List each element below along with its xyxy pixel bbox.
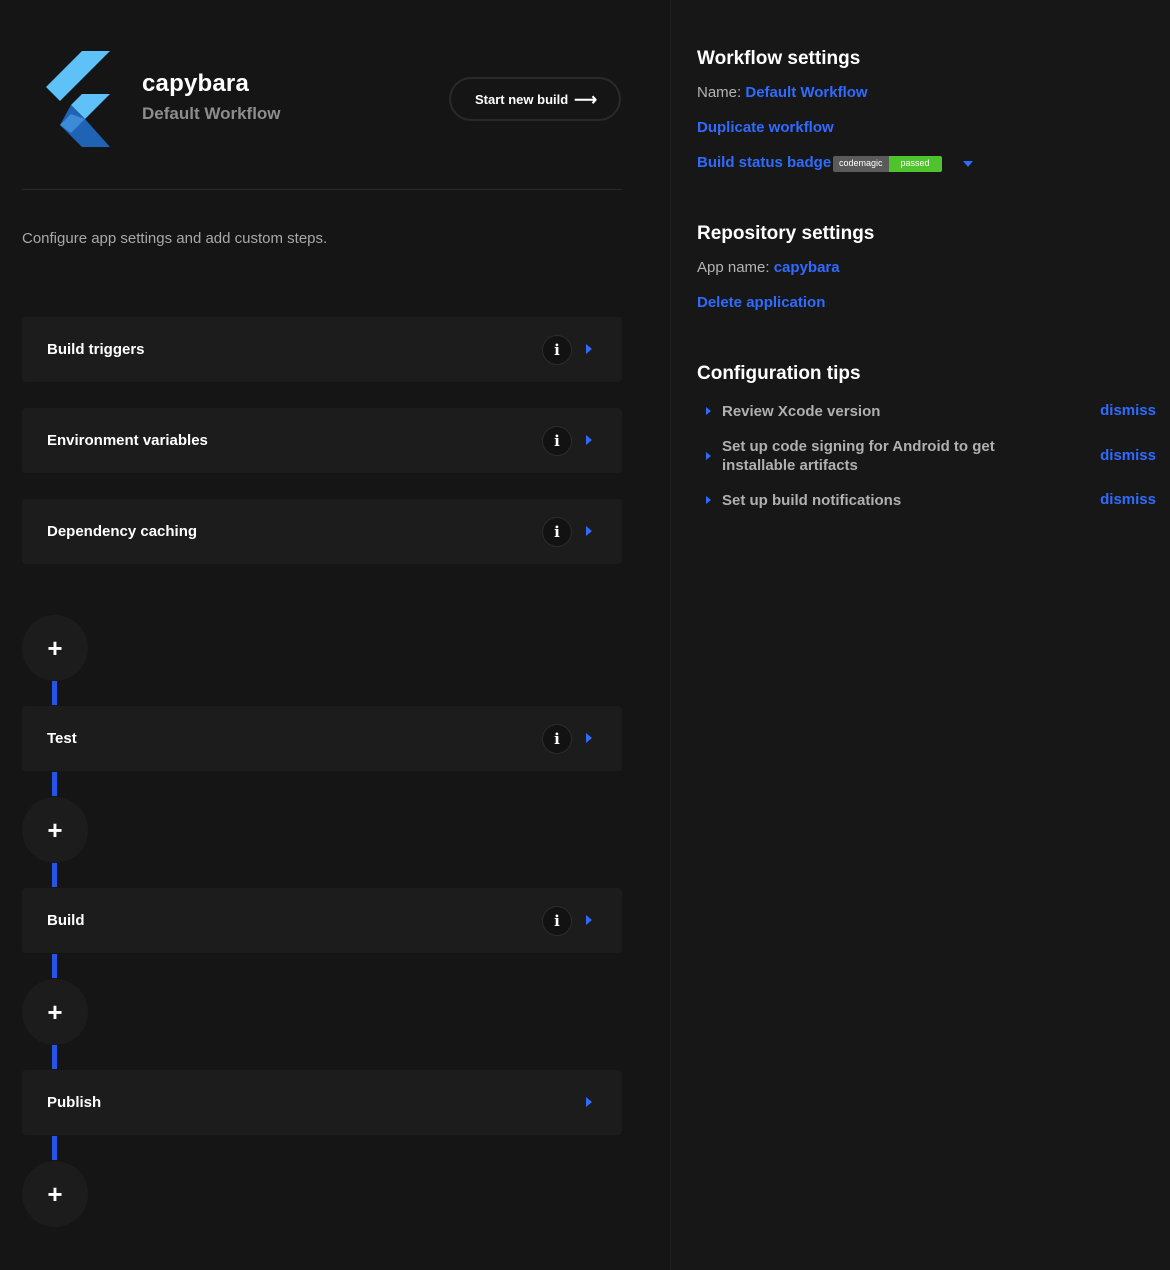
build-status-badge-link[interactable]: Build status badge	[697, 154, 831, 171]
info-icon[interactable]: i	[542, 335, 572, 365]
build-status-badge: codemagic passed	[833, 156, 942, 172]
pipeline-connector	[52, 772, 57, 796]
workflow-name-link[interactable]: Default Workflow	[745, 84, 867, 101]
tip-text: Set up build notifications	[722, 492, 902, 509]
pipeline-connector	[52, 1045, 57, 1069]
workflow-editor-panel: capybara Default Workflow Start new buil…	[0, 0, 670, 1270]
chevron-right-icon	[586, 733, 592, 743]
tip-text: Set up code signing for Android to get i…	[722, 438, 995, 474]
step-label: Publish	[47, 1094, 102, 1111]
section-build-triggers[interactable]: Build triggers i	[22, 317, 622, 382]
chevron-right-icon	[586, 435, 592, 445]
pipeline-connector	[52, 954, 57, 978]
step-label: Test	[47, 730, 77, 747]
start-new-build-label: Start new build	[475, 91, 569, 107]
chevron-right-icon	[586, 526, 592, 536]
settings-sidebar	[670, 0, 1170, 1270]
pipeline-connector	[52, 1136, 57, 1160]
info-icon[interactable]: i	[542, 724, 572, 754]
section-label: Dependency caching	[47, 523, 198, 540]
chevron-right-icon	[706, 496, 711, 504]
info-icon[interactable]: i	[542, 426, 572, 456]
add-step-button[interactable]: +	[22, 797, 88, 863]
chevron-right-icon	[586, 1097, 592, 1107]
chevron-right-icon	[706, 407, 711, 415]
info-icon[interactable]: i	[542, 906, 572, 936]
section-label: Build triggers	[47, 341, 145, 358]
header-divider	[22, 189, 622, 190]
repository-settings-title: Repository settings	[697, 223, 875, 244]
chevron-right-icon	[586, 915, 592, 925]
chevron-right-icon	[706, 452, 711, 460]
chevron-right-icon	[586, 344, 592, 354]
badge-brand: codemagic	[833, 156, 889, 172]
dismiss-link[interactable]: dismiss	[1100, 491, 1156, 508]
section-label: Environment variables	[47, 432, 208, 449]
workflow-name-label: Name:	[697, 84, 742, 101]
step-publish[interactable]: Publish	[22, 1070, 622, 1135]
dismiss-link[interactable]: dismiss	[1100, 402, 1156, 419]
duplicate-workflow-link[interactable]: Duplicate workflow	[697, 119, 834, 136]
workflow-name-row: Name: Default Workflow	[697, 84, 868, 101]
tip-text: Review Xcode version	[722, 403, 881, 420]
app-name: capybara	[142, 70, 249, 97]
add-step-button[interactable]: +	[22, 979, 88, 1045]
app-name-label: App name:	[697, 259, 770, 276]
page-description: Configure app settings and add custom st…	[22, 230, 328, 247]
app-name-link[interactable]: capybara	[774, 259, 840, 276]
badge-status: passed	[888, 156, 942, 172]
section-dependency-caching[interactable]: Dependency caching i	[22, 499, 622, 564]
dismiss-link[interactable]: dismiss	[1100, 447, 1156, 464]
arrow-right-icon: ⟶	[574, 92, 597, 109]
workflow-settings-title: Workflow settings	[697, 48, 861, 69]
caret-down-icon[interactable]	[963, 161, 973, 167]
section-environment-variables[interactable]: Environment variables i	[22, 408, 622, 473]
add-step-button[interactable]: +	[22, 615, 88, 681]
delete-application-link[interactable]: Delete application	[697, 294, 825, 311]
step-test[interactable]: Test i	[22, 706, 622, 771]
step-build[interactable]: Build i	[22, 888, 622, 953]
configuration-tips-title: Configuration tips	[697, 363, 861, 384]
app-name-row: App name: capybara	[697, 259, 840, 276]
start-new-build-button[interactable]: Start new build ⟶	[449, 77, 621, 121]
pipeline-connector	[52, 681, 57, 705]
pipeline-connector	[52, 863, 57, 887]
add-step-button[interactable]: +	[22, 1161, 88, 1227]
info-icon[interactable]: i	[542, 517, 572, 547]
workflow-name: Default Workflow	[142, 104, 281, 123]
flutter-logo-icon	[46, 51, 110, 147]
step-label: Build	[47, 912, 85, 929]
